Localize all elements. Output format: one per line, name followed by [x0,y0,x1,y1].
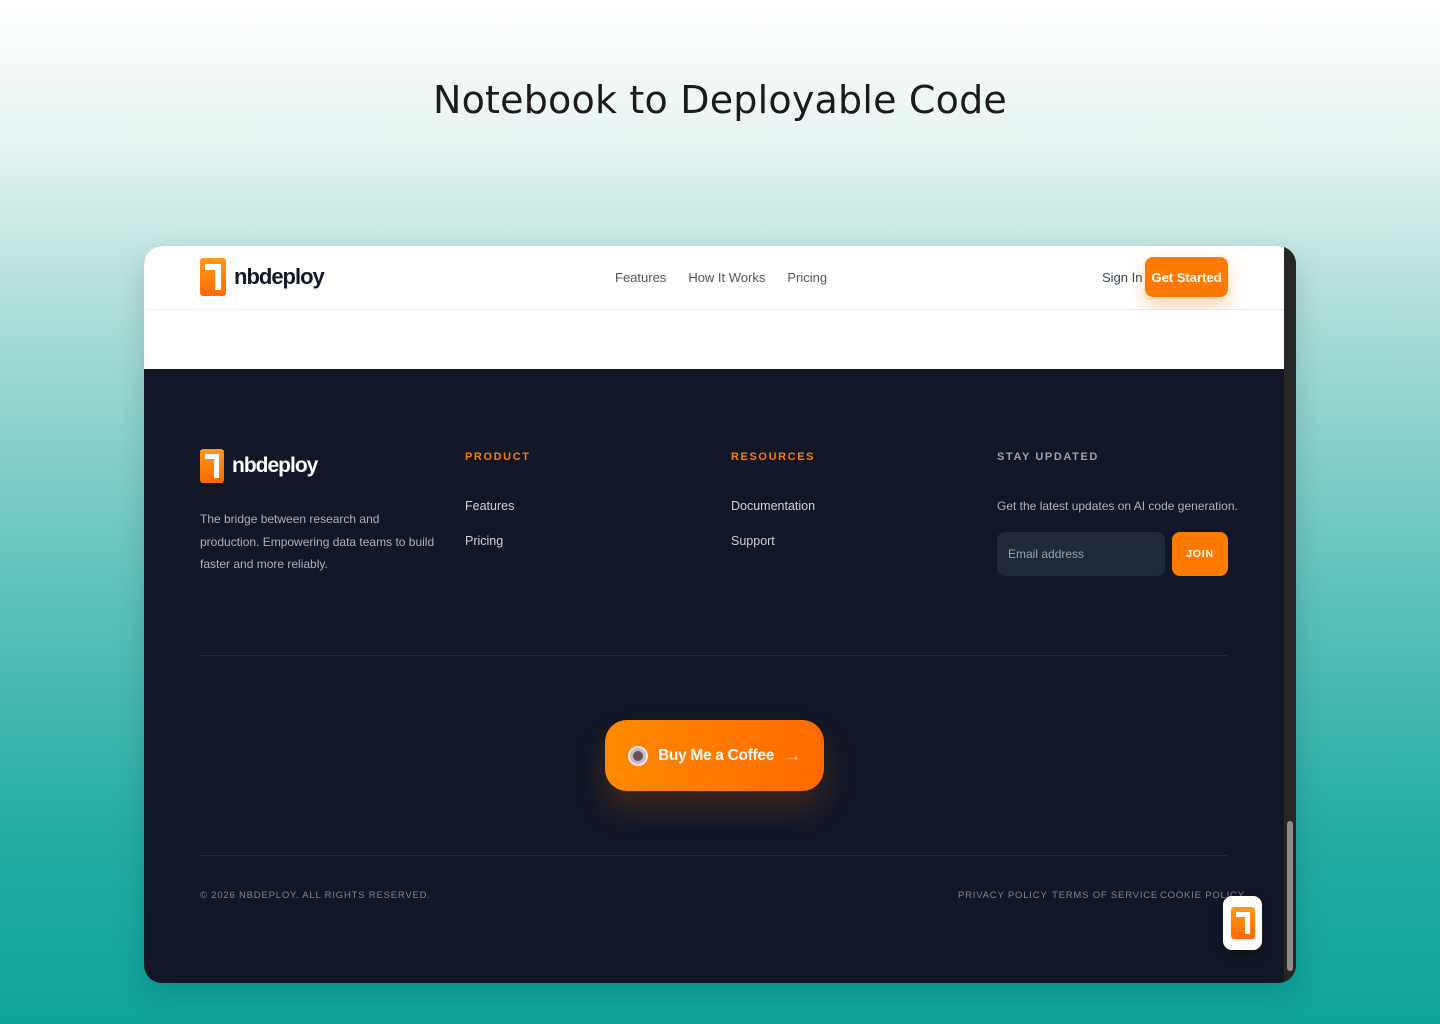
top-navbar: nbdeploy Features How It Works Pricing S… [144,246,1285,310]
nbdeploy-logo-icon [200,449,224,483]
newsletter-description: Get the latest updates on AI code genera… [997,499,1238,513]
footer-logo[interactable]: nbdeploy [200,449,318,483]
coffee-cup-icon [627,745,648,766]
product-heading: PRODUCT [465,451,531,463]
copyright-text: © 2026 NBDEPLOY. ALL RIGHTS RESERVED. [200,890,431,901]
floating-logo-badge[interactable] [1223,896,1262,950]
footer-link-support[interactable]: Support [731,534,775,548]
terms-of-service-link[interactable]: TERMS OF SERVICE [1052,890,1158,901]
nbdeploy-logo-icon [200,258,226,296]
scrollbar-thumb[interactable] [1287,821,1293,971]
footer-tagline: The bridge between research and producti… [200,512,435,571]
email-input[interactable] [997,532,1165,576]
nav-link-pricing[interactable]: Pricing [787,270,827,285]
arrow-right-icon: → [784,745,802,765]
privacy-policy-link[interactable]: PRIVACY POLICY [958,890,1048,901]
footer-link-pricing[interactable]: Pricing [465,534,503,548]
footer-link-features[interactable]: Features [465,499,514,513]
nav-link-features[interactable]: Features [615,270,666,285]
get-started-button[interactable]: Get Started [1145,257,1228,297]
footer-divider-bottom [200,855,1228,856]
footer-brand-name: nbdeploy [232,454,318,477]
resources-heading: RESOURCES [731,451,816,463]
nbdeploy-logo-icon [1230,907,1255,939]
scrollbar-track[interactable] [1284,246,1296,983]
stay-updated-heading: STAY UPDATED [997,451,1099,463]
nav-brand-name: nbdeploy [234,264,325,289]
coffee-button-label: Buy Me a Coffee [657,746,775,764]
nav-logo[interactable]: nbdeploy [200,258,325,296]
page-headline: Notebook to Deployable Code [432,78,1008,122]
nav-links: Features How It Works Pricing [615,270,827,285]
page-content-strip [144,310,1285,369]
buy-me-a-coffee-button[interactable]: Buy Me a Coffee → [605,720,824,791]
nav-link-how-it-works[interactable]: How It Works [688,270,765,285]
footer-divider-top [200,655,1228,656]
browser-window: nbdeploy Features How It Works Pricing S… [144,246,1296,983]
sign-in-link[interactable]: Sign In [1102,270,1142,285]
footer-link-documentation[interactable]: Documentation [731,499,815,513]
join-button[interactable]: JOIN [1172,532,1228,576]
